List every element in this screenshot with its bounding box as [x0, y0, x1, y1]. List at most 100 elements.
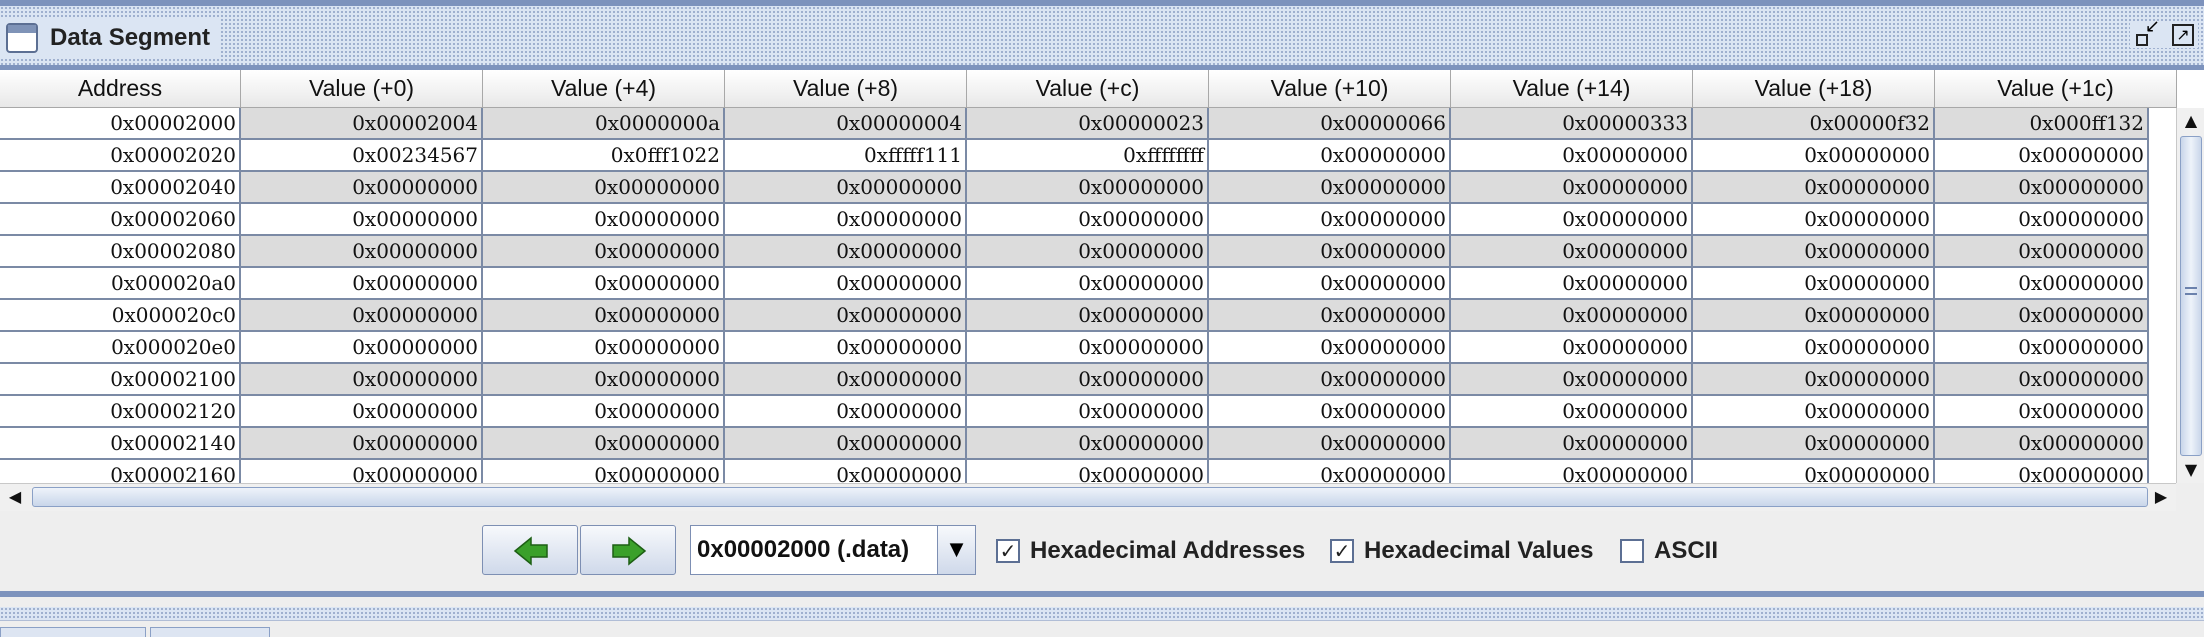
- value-cell[interactable]: 0x00000000: [483, 396, 725, 428]
- value-cell[interactable]: 0x00000000: [1209, 236, 1451, 268]
- value-cell[interactable]: 0x00000000: [483, 268, 725, 300]
- value-cell[interactable]: 0x00000000: [241, 172, 483, 204]
- table-row[interactable]: 0x00002160 0x00000000 0x00000000 0x00000000…: [0, 460, 2176, 483]
- table-row[interactable]: 0x000020e0 0x00000000 0x00000000 0x00000000…: [0, 332, 2176, 364]
- value-cell[interactable]: 0x00000000: [1209, 204, 1451, 236]
- column-header-value[interactable]: Value (+14): [1451, 70, 1693, 108]
- scroll-up-icon[interactable]: ▲: [2177, 110, 2204, 132]
- splitter-handle[interactable]: [0, 607, 2204, 621]
- column-header-value[interactable]: Value (+c): [967, 70, 1209, 108]
- value-cell[interactable]: 0x00000000: [1209, 140, 1451, 172]
- checkbox-checked-icon[interactable]: ✓: [1330, 539, 1354, 563]
- value-cell[interactable]: 0x00000000: [1451, 428, 1693, 460]
- value-cell[interactable]: 0x00000000: [1451, 364, 1693, 396]
- hex-values-checkbox[interactable]: ✓ Hexadecimal Values: [1330, 537, 1593, 565]
- address-cell[interactable]: 0x00002140: [0, 428, 241, 460]
- column-header-value[interactable]: Value (+18): [1693, 70, 1935, 108]
- value-cell[interactable]: 0x00000000: [1935, 428, 2149, 460]
- tab-stub-1[interactable]: [0, 627, 146, 637]
- value-cell[interactable]: 0x00000000: [1693, 428, 1935, 460]
- maximize-icon[interactable]: ↗: [2172, 24, 2194, 46]
- next-button[interactable]: [580, 525, 676, 575]
- vertical-scrollbar[interactable]: ▲ ▼: [2176, 108, 2204, 483]
- value-cell[interactable]: 0x00000000: [1451, 460, 1693, 483]
- value-cell[interactable]: 0x00000000: [241, 300, 483, 332]
- value-cell[interactable]: 0x00000000: [1209, 460, 1451, 483]
- scroll-down-icon[interactable]: ▼: [2177, 459, 2204, 481]
- value-cell[interactable]: 0x00000000: [1693, 396, 1935, 428]
- minimize-icon[interactable]: ↙: [2134, 18, 2160, 48]
- value-cell[interactable]: 0x00000000: [1209, 172, 1451, 204]
- value-cell[interactable]: 0x0000000a: [483, 108, 725, 140]
- value-cell[interactable]: 0x00000000: [1693, 204, 1935, 236]
- value-cell[interactable]: 0x00000000: [483, 172, 725, 204]
- value-cell[interactable]: 0x00000000: [1451, 332, 1693, 364]
- table-row[interactable]: 0x00002080 0x00000000 0x00000000 0x00000000…: [0, 236, 2176, 268]
- value-cell[interactable]: 0x00000000: [967, 172, 1209, 204]
- value-cell[interactable]: 0x0fff1022: [483, 140, 725, 172]
- table-row[interactable]: 0x00002000 0x00002004 0x0000000a 0x00000004…: [0, 108, 2176, 140]
- value-cell[interactable]: 0x00000000: [725, 268, 967, 300]
- value-cell[interactable]: 0x00000000: [1935, 300, 2149, 332]
- address-cell[interactable]: 0x00002100: [0, 364, 241, 396]
- value-cell[interactable]: 0x00000000: [1693, 300, 1935, 332]
- value-cell[interactable]: 0x00000000: [1209, 332, 1451, 364]
- value-cell[interactable]: 0x00000000: [725, 460, 967, 483]
- value-cell[interactable]: 0x00000333: [1451, 108, 1693, 140]
- value-cell[interactable]: 0x00000000: [1693, 236, 1935, 268]
- table-row[interactable]: 0x00002120 0x00000000 0x00000000 0x00000000…: [0, 396, 2176, 428]
- value-cell[interactable]: 0x00000000: [725, 364, 967, 396]
- value-cell[interactable]: 0x00000000: [483, 236, 725, 268]
- value-cell[interactable]: 0x00000000: [241, 268, 483, 300]
- column-header-value[interactable]: Value (+4): [483, 70, 725, 108]
- scroll-right-icon[interactable]: ▶: [2148, 484, 2174, 510]
- value-cell[interactable]: 0x00000000: [1451, 396, 1693, 428]
- value-cell[interactable]: 0xffffffff: [967, 140, 1209, 172]
- value-cell[interactable]: 0x00000000: [483, 300, 725, 332]
- table-row[interactable]: 0x000020a0 0x00000000 0x00000000 0x00000000…: [0, 268, 2176, 300]
- value-cell[interactable]: 0x00000000: [725, 300, 967, 332]
- value-cell[interactable]: 0x00000000: [483, 460, 725, 483]
- value-cell[interactable]: 0x00000000: [1693, 172, 1935, 204]
- column-header-value[interactable]: Value (+0): [241, 70, 483, 108]
- address-cell[interactable]: 0x00002160: [0, 460, 241, 483]
- value-cell[interactable]: 0x00000000: [1935, 140, 2149, 172]
- value-cell[interactable]: 0x00000000: [967, 332, 1209, 364]
- value-cell[interactable]: 0x00000000: [967, 268, 1209, 300]
- value-cell[interactable]: 0x00000000: [1693, 364, 1935, 396]
- value-cell[interactable]: 0x00000000: [1209, 396, 1451, 428]
- value-cell[interactable]: 0x00000000: [725, 396, 967, 428]
- value-cell[interactable]: 0x00000000: [725, 236, 967, 268]
- value-cell[interactable]: 0x00000000: [1935, 364, 2149, 396]
- value-cell[interactable]: 0x00234567: [241, 140, 483, 172]
- value-cell[interactable]: 0x00000000: [1935, 332, 2149, 364]
- value-cell[interactable]: 0x00000000: [1935, 204, 2149, 236]
- address-cell[interactable]: 0x00002060: [0, 204, 241, 236]
- value-cell[interactable]: 0x00000000: [241, 460, 483, 483]
- ascii-checkbox[interactable]: ASCII: [1620, 537, 1718, 565]
- address-cell[interactable]: 0x000020a0: [0, 268, 241, 300]
- value-cell[interactable]: 0x00000000: [241, 204, 483, 236]
- hex-addresses-checkbox[interactable]: ✓ Hexadecimal Addresses: [996, 537, 1305, 565]
- value-cell[interactable]: 0x00000000: [1935, 396, 2149, 428]
- value-cell[interactable]: 0x00000000: [241, 396, 483, 428]
- value-cell[interactable]: 0x00000000: [1451, 236, 1693, 268]
- tab-stub-2[interactable]: [150, 627, 270, 637]
- value-cell[interactable]: 0x00000000: [241, 364, 483, 396]
- value-cell[interactable]: 0x00000000: [1209, 428, 1451, 460]
- value-cell[interactable]: 0x00000000: [1451, 172, 1693, 204]
- value-cell[interactable]: 0x00000000: [967, 396, 1209, 428]
- value-cell[interactable]: 0x00000000: [1693, 332, 1935, 364]
- column-header-value[interactable]: Value (+10): [1209, 70, 1451, 108]
- value-cell[interactable]: 0x00000066: [1209, 108, 1451, 140]
- checkbox-unchecked-icon[interactable]: [1620, 539, 1644, 563]
- value-cell[interactable]: 0x00000000: [725, 428, 967, 460]
- value-cell[interactable]: 0x00000000: [241, 332, 483, 364]
- value-cell[interactable]: 0x00000000: [967, 428, 1209, 460]
- value-cell[interactable]: 0x00000000: [483, 332, 725, 364]
- value-cell[interactable]: 0x00000000: [1209, 268, 1451, 300]
- value-cell[interactable]: 0x00000000: [1935, 236, 2149, 268]
- address-cell[interactable]: 0x000020c0: [0, 300, 241, 332]
- column-header-value[interactable]: Value (+8): [725, 70, 967, 108]
- value-cell[interactable]: 0x00000000: [241, 428, 483, 460]
